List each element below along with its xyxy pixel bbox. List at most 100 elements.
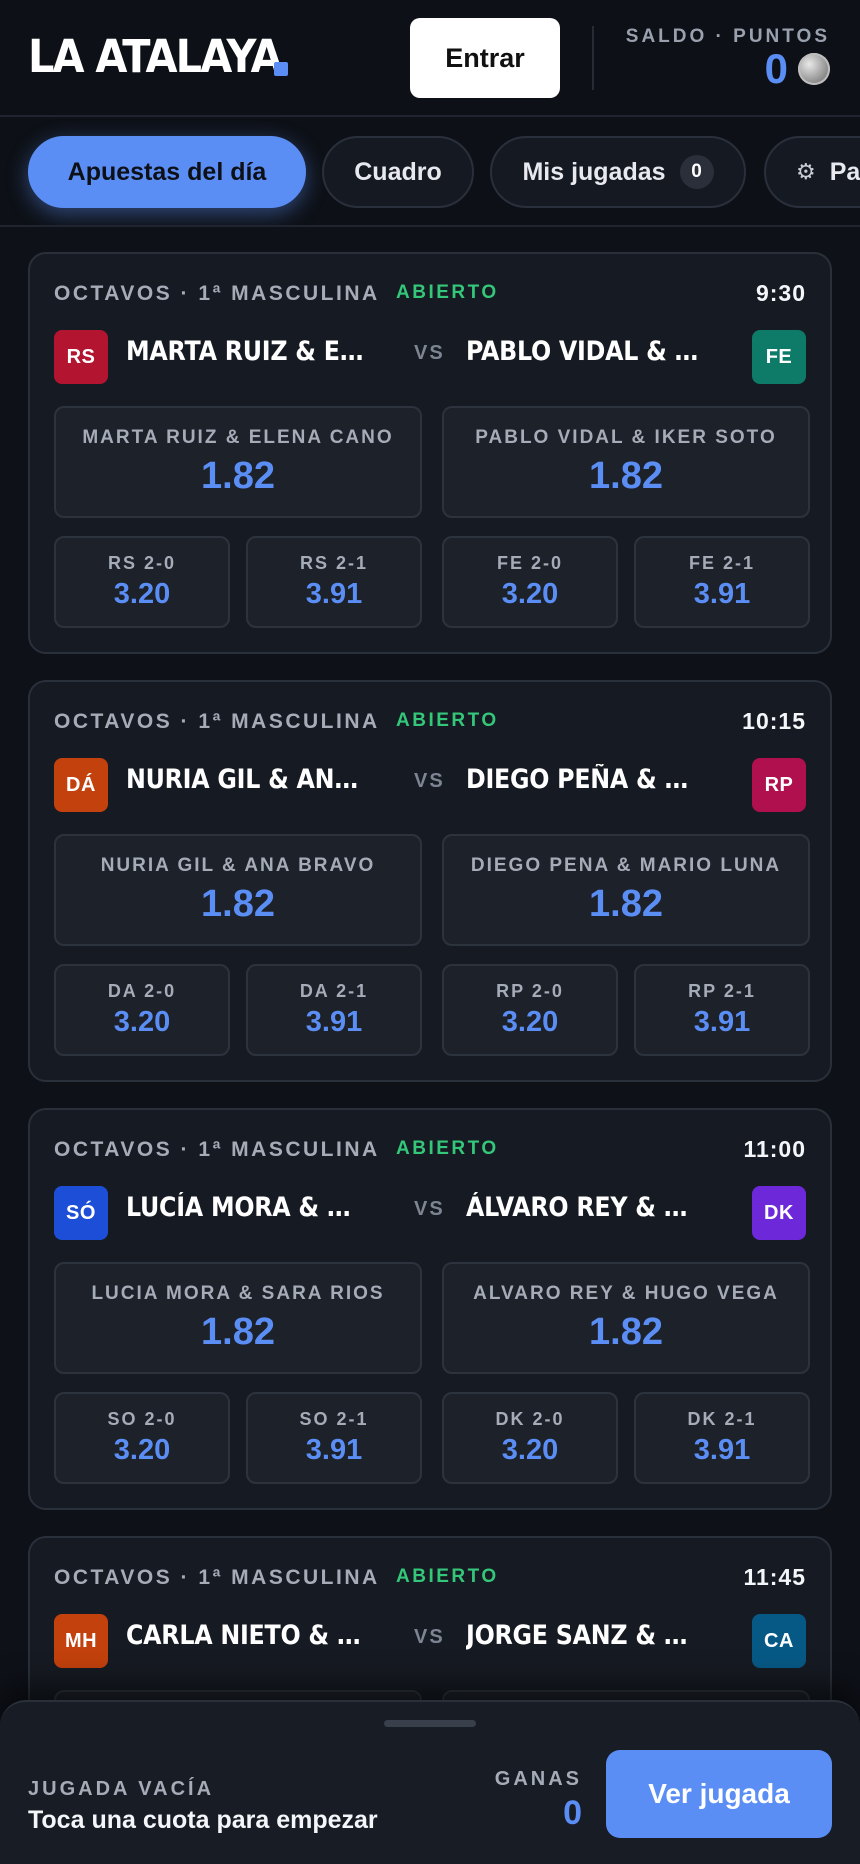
home-win-odds-button[interactable]: NURIA GIL & ANA BRAVO 1.82 bbox=[54, 834, 422, 946]
home-team-name: NURIA GIL & ANA BRAVO bbox=[126, 764, 364, 795]
app-logo[interactable]: LA ATALAYA bbox=[28, 30, 283, 83]
odds-label: ALVARO REY & HUGO VEGA bbox=[473, 1282, 779, 1304]
app-header: LA ATALAYA Entrar SALDO · PUNTOS 0 bbox=[0, 0, 860, 117]
gear-icon: ⚙ bbox=[796, 159, 816, 184]
match-status-badge: ABIERTO bbox=[396, 1138, 499, 1159]
tab-apuestas-del-dia[interactable]: Apuestas del día bbox=[28, 136, 306, 208]
home-win-odds-button[interactable]: MARTA RUIZ & ELENA CANO 1.82 bbox=[54, 406, 422, 518]
home-team-name: MARTA RUIZ & ELENA CANO bbox=[126, 336, 364, 367]
away-team-badge: RP bbox=[752, 758, 806, 812]
bet-slip-title: JUGADA VACÍA bbox=[28, 1778, 215, 1800]
away-win-odds-button[interactable]: ALVARO REY & HUGO VEGA 1.82 bbox=[442, 1262, 810, 1374]
odds-label: SO 2-0 bbox=[107, 1409, 177, 1429]
odds-value: 1.82 bbox=[589, 1310, 663, 1353]
odds-label: SO 2-1 bbox=[299, 1409, 369, 1429]
odds-value: 3.20 bbox=[113, 578, 171, 610]
match-time: 10:15 bbox=[742, 708, 806, 734]
view-bet-button[interactable]: Ver jugada bbox=[606, 1750, 832, 1838]
match-phase: OCTAVOS · 1ª MASCULINA bbox=[54, 1138, 380, 1161]
odds-value: 3.20 bbox=[501, 578, 559, 610]
odds-value: 3.91 bbox=[305, 578, 363, 610]
match-status-badge: ABIERTO bbox=[396, 710, 499, 731]
tab-mis-jugadas[interactable]: Mis jugadas 0 bbox=[490, 136, 746, 208]
away-team-badge: DK bbox=[752, 1186, 806, 1240]
away-team-name: DIEGO PEÑA & MARIO LUNA bbox=[466, 764, 704, 795]
odds-value: 3.91 bbox=[693, 1006, 751, 1038]
tab-count-badge: 0 bbox=[679, 155, 714, 189]
logo-dot bbox=[274, 62, 288, 76]
away-win-odds-button[interactable]: DIEGO PENA & MARIO LUNA 1.82 bbox=[442, 834, 810, 946]
odds-label: FE 2-0 bbox=[496, 553, 564, 573]
odds-label: DA 2-0 bbox=[107, 981, 177, 1001]
header-divider bbox=[592, 26, 594, 90]
odds-label: DIEGO PENA & MARIO LUNA bbox=[470, 854, 782, 876]
away-team-badge: CA bbox=[752, 1614, 806, 1668]
balance-value: 0 bbox=[764, 45, 788, 92]
tab-label: Cuadro bbox=[354, 157, 442, 186]
odds-label: MARTA RUIZ & ELENA CANO bbox=[82, 426, 394, 448]
odds-value: 1.82 bbox=[201, 882, 275, 925]
match-phase: OCTAVOS · 1ª MASCULINA bbox=[54, 282, 380, 305]
odds-value: 3.91 bbox=[693, 1434, 751, 1466]
tab-label: Par bbox=[829, 157, 860, 186]
odds-value: 1.82 bbox=[589, 454, 663, 497]
odds-value: 3.91 bbox=[305, 1434, 363, 1466]
odds-value: 1.82 bbox=[589, 882, 663, 925]
score-odds-button[interactable]: SO 2-0 3.20 bbox=[54, 1392, 230, 1484]
odds-label: RP 2-0 bbox=[496, 981, 564, 1001]
score-odds-button[interactable]: DA 2-0 3.20 bbox=[54, 964, 230, 1056]
coin-icon bbox=[798, 53, 830, 85]
home-team-name: LUCÍA MORA & SARA RÍOS bbox=[126, 1192, 364, 1223]
match-time: 11:45 bbox=[743, 1564, 806, 1590]
odds-value: 3.20 bbox=[501, 1434, 559, 1466]
away-team-name: ÁLVARO REY & HUGO VEGA bbox=[466, 1192, 704, 1223]
away-team-name: PABLO VIDAL & IKER SOTO bbox=[466, 336, 704, 367]
tab-partial[interactable]: ⚙ Par bbox=[764, 136, 860, 208]
odds-value: 3.20 bbox=[501, 1006, 559, 1038]
score-odds-button[interactable]: FE 2-0 3.20 bbox=[442, 536, 618, 628]
balance-display: 0 bbox=[765, 44, 830, 94]
drag-handle[interactable] bbox=[384, 1720, 476, 1727]
score-odds-button[interactable]: RP 2-1 3.91 bbox=[634, 964, 810, 1056]
score-odds-button[interactable]: RS 2-1 3.91 bbox=[246, 536, 422, 628]
away-win-odds-button[interactable]: PABLO VIDAL & IKER SOTO 1.82 bbox=[442, 406, 810, 518]
odds-value: 1.82 bbox=[201, 454, 275, 497]
away-team-badge: FE bbox=[752, 330, 806, 384]
home-team-badge: RS bbox=[54, 330, 108, 384]
tab-label: Apuestas del día bbox=[67, 157, 267, 186]
score-odds-button[interactable]: DK 2-0 3.20 bbox=[442, 1392, 618, 1484]
match-card: OCTAVOS · 1ª MASCULINA ABIERTO 11:00 SÓ LUCÍ… bbox=[28, 1108, 832, 1510]
home-win-odds-button[interactable]: LUCIA MORA & SARA RIOS 1.82 bbox=[54, 1262, 422, 1374]
match-phase: OCTAVOS · 1ª MASCULINA bbox=[54, 1566, 380, 1589]
odds-value: 1.82 bbox=[201, 1310, 275, 1353]
score-odds-button[interactable]: RS 2-0 3.20 bbox=[54, 536, 230, 628]
match-phase: OCTAVOS · 1ª MASCULINA bbox=[54, 710, 380, 733]
match-status-badge: ABIERTO bbox=[396, 1566, 499, 1587]
match-status-badge: ABIERTO bbox=[396, 282, 499, 303]
odds-label: DA 2-1 bbox=[299, 981, 369, 1001]
vs-label: VS bbox=[414, 770, 445, 792]
tab-cuadro[interactable]: Cuadro bbox=[322, 136, 474, 208]
score-odds-button[interactable]: DA 2-1 3.91 bbox=[246, 964, 422, 1056]
match-card: OCTAVOS · 1ª MASCULINA ABIERTO 10:15 DÁ NURI… bbox=[28, 680, 832, 1082]
odds-value: 3.91 bbox=[305, 1006, 363, 1038]
tab-label: Mis jugadas bbox=[522, 157, 666, 186]
odds-label: RS 2-0 bbox=[107, 553, 177, 573]
home-team-badge: DÁ bbox=[54, 758, 108, 812]
score-odds-button[interactable]: SO 2-1 3.91 bbox=[246, 1392, 422, 1484]
odds-label: LUCIA MORA & SARA RIOS bbox=[91, 1282, 385, 1304]
score-odds-button[interactable]: FE 2-1 3.91 bbox=[634, 536, 810, 628]
home-team-name: CARLA NIETO & INÉS SOLA bbox=[126, 1620, 364, 1651]
vs-label: VS bbox=[414, 342, 445, 364]
vs-label: VS bbox=[414, 1198, 445, 1220]
odds-label: RS 2-1 bbox=[299, 553, 369, 573]
score-odds-button[interactable]: DK 2-1 3.91 bbox=[634, 1392, 810, 1484]
login-button[interactable]: Entrar bbox=[410, 18, 560, 98]
score-odds-button[interactable]: RP 2-0 3.20 bbox=[442, 964, 618, 1056]
away-team-name: JORGE SANZ & RAÚL DÍAZ bbox=[466, 1620, 704, 1651]
match-card: OCTAVOS · 1ª MASCULINA ABIERTO 9:30 RS MARTA… bbox=[28, 252, 832, 654]
home-team-badge: SÓ bbox=[54, 1186, 108, 1240]
home-team-badge: MH bbox=[54, 1614, 108, 1668]
odds-label: RP 2-1 bbox=[688, 981, 756, 1001]
odds-label: PABLO VIDAL & IKER SOTO bbox=[475, 426, 777, 448]
